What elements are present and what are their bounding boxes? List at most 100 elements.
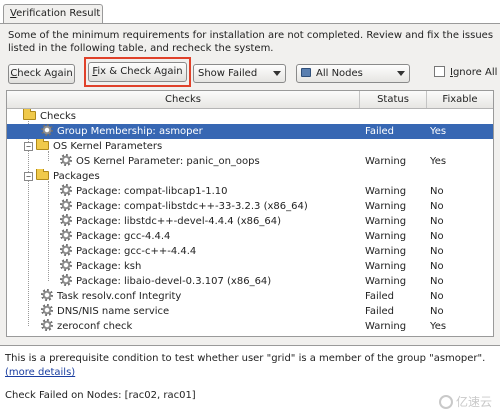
gear-icon bbox=[60, 154, 72, 166]
fix-check-again-label: ix & Check Again bbox=[97, 66, 183, 77]
row-fixable: No bbox=[430, 231, 444, 242]
instructions-text: Some of the minimum requirements for ins… bbox=[8, 30, 494, 54]
nodes-filter-select[interactable]: All Nodes bbox=[296, 64, 410, 83]
row-label: Packages bbox=[53, 171, 100, 182]
tree-row-package[interactable]: Package: compat-libcap1-1.10 Warning No bbox=[7, 184, 493, 199]
row-label-cell: OS Kernel Parameter: panic_on_oops bbox=[60, 154, 360, 169]
tree-row-package[interactable]: Package: compat-libstdc++-33-3.2.3 (x86_… bbox=[7, 199, 493, 214]
tree-row-packages[interactable]: − Packages bbox=[7, 169, 493, 184]
row-fixable: No bbox=[430, 246, 444, 257]
gear-icon bbox=[41, 289, 53, 301]
row-label-cell: − Packages bbox=[24, 169, 354, 184]
watermark: 亿速云 bbox=[438, 393, 492, 410]
fix-check-again-button[interactable]: Fix & Check Again bbox=[88, 62, 187, 82]
gear-icon bbox=[60, 214, 72, 226]
row-fixable: Yes bbox=[430, 156, 447, 167]
gear-icon bbox=[41, 304, 53, 316]
row-label: zeroconf check bbox=[57, 321, 133, 332]
row-label-cell: Package: gcc-c++-4.4.4 bbox=[60, 244, 360, 259]
column-header-status[interactable]: Status bbox=[360, 91, 427, 108]
row-fixable: No bbox=[430, 291, 444, 302]
row-label-cell: DNS/NIS name service bbox=[41, 304, 359, 319]
tree-row-zeroconf[interactable]: zeroconf check Warning Yes bbox=[7, 319, 493, 334]
collapse-toggle-icon[interactable]: − bbox=[24, 142, 33, 151]
gear-icon bbox=[60, 244, 72, 256]
row-label-cell: − OS Kernel Parameters bbox=[24, 139, 354, 154]
gear-icon bbox=[60, 184, 72, 196]
row-label-cell: zeroconf check bbox=[41, 319, 359, 334]
row-status: Failed bbox=[365, 126, 395, 137]
row-label: Package: compat-libstdc++-33-3.2.3 (x86_… bbox=[76, 201, 308, 212]
column-header-fixable[interactable]: Fixable bbox=[427, 91, 493, 108]
row-label-cell: Task resolv.conf Integrity bbox=[41, 289, 359, 304]
nodes-filter-value: All Nodes bbox=[316, 68, 363, 79]
row-status: Warning bbox=[365, 261, 407, 272]
more-details-link[interactable]: (more details) bbox=[5, 367, 75, 378]
checkbox-box[interactable] bbox=[434, 66, 445, 77]
table-header: Checks Status Fixable bbox=[7, 91, 493, 109]
row-status: Warning bbox=[365, 186, 407, 197]
ignore-all-label: gnore All bbox=[452, 67, 498, 78]
tree-row-resolv-conf[interactable]: Task resolv.conf Integrity Failed No bbox=[7, 289, 493, 304]
row-label-cell: Package: compat-libcap1-1.10 bbox=[60, 184, 360, 199]
row-label-cell: Package: libaio-devel-0.3.107 (x86_64) bbox=[60, 274, 360, 289]
row-label: Task resolv.conf Integrity bbox=[57, 291, 182, 302]
row-status: Warning bbox=[365, 246, 407, 257]
tree-row-package[interactable]: Package: libstdc++-devel-4.4.4 (x86_64) … bbox=[7, 214, 493, 229]
row-status: Warning bbox=[365, 201, 407, 212]
row-label-cell: Package: libstdc++-devel-4.4.4 (x86_64) bbox=[60, 214, 360, 229]
row-label-cell: Package: gcc-4.4.4 bbox=[60, 229, 360, 244]
tree-row-package[interactable]: Package: gcc-c++-4.4.4 Warning No bbox=[7, 244, 493, 259]
gear-icon bbox=[41, 124, 53, 136]
row-label: DNS/NIS name service bbox=[57, 306, 170, 317]
row-label: OS Kernel Parameters bbox=[53, 141, 163, 152]
gear-icon bbox=[41, 319, 53, 331]
details-pane: This is a prerequisite condition to test… bbox=[0, 345, 500, 413]
row-fixable: No bbox=[430, 216, 444, 227]
tree-row-kernel-panic-on-oops[interactable]: OS Kernel Parameter: panic_on_oops Warni… bbox=[7, 154, 493, 169]
gear-icon bbox=[60, 199, 72, 211]
row-label-cell: Package: ksh bbox=[60, 259, 360, 274]
row-label-cell: Checks bbox=[23, 109, 353, 124]
collapse-toggle-icon[interactable]: − bbox=[24, 172, 33, 181]
row-fixable: No bbox=[430, 261, 444, 272]
tree-row-package[interactable]: Package: ksh Warning No bbox=[7, 259, 493, 274]
tree-row-group-membership[interactable]: Group Membership: asmoper Failed Yes bbox=[7, 124, 493, 139]
ignore-all-checkbox[interactable]: Ignore All bbox=[434, 66, 497, 80]
tree-row-dns-nis[interactable]: DNS/NIS name service Failed No bbox=[7, 304, 493, 319]
row-status: Failed bbox=[365, 291, 395, 302]
row-label: Package: libstdc++-devel-4.4.4 (x86_64) bbox=[76, 216, 281, 227]
gear-icon bbox=[60, 274, 72, 286]
show-filter-select[interactable]: Show Failed bbox=[193, 64, 286, 83]
row-label: OS Kernel Parameter: panic_on_oops bbox=[76, 156, 260, 167]
tree-row-os-kernel-parameters[interactable]: − OS Kernel Parameters bbox=[7, 139, 493, 154]
row-status: Warning bbox=[365, 321, 407, 332]
row-fixable: No bbox=[430, 276, 444, 287]
tree-row-package[interactable]: Package: libaio-devel-0.3.107 (x86_64) W… bbox=[7, 274, 493, 289]
failed-nodes-text: Check Failed on Nodes: [rac02, rac01] bbox=[5, 390, 196, 401]
gear-icon bbox=[60, 229, 72, 241]
details-text: This is a prerequisite condition to test… bbox=[5, 352, 493, 380]
column-header-checks[interactable]: Checks bbox=[7, 91, 360, 108]
row-status: Warning bbox=[365, 156, 407, 167]
chevron-down-icon bbox=[397, 71, 405, 76]
row-fixable: Yes bbox=[430, 126, 447, 137]
row-label: Group Membership: asmoper bbox=[57, 126, 203, 137]
row-fixable: Yes bbox=[430, 321, 447, 332]
tab-label: erification Result bbox=[16, 8, 101, 19]
show-filter-value: Show Failed bbox=[198, 68, 258, 79]
row-status: Warning bbox=[365, 216, 407, 227]
row-fixable: No bbox=[430, 201, 444, 212]
row-status: Warning bbox=[365, 276, 407, 287]
tree-row-package[interactable]: Package: gcc-4.4.4 Warning No bbox=[7, 229, 493, 244]
nodes-icon bbox=[301, 68, 311, 77]
details-description: This is a prerequisite condition to test… bbox=[5, 353, 486, 364]
row-label: Package: libaio-devel-0.3.107 (x86_64) bbox=[76, 276, 272, 287]
check-again-button[interactable]: Check Again bbox=[8, 64, 75, 84]
gear-icon bbox=[60, 259, 72, 271]
row-label: Package: gcc-c++-4.4.4 bbox=[76, 246, 197, 257]
tree-row-checks[interactable]: Checks bbox=[7, 109, 493, 124]
tab-verification-result[interactable]: Verification Result bbox=[3, 4, 103, 24]
watermark-text: 亿速云 bbox=[455, 395, 492, 409]
row-label: Package: ksh bbox=[76, 261, 142, 272]
